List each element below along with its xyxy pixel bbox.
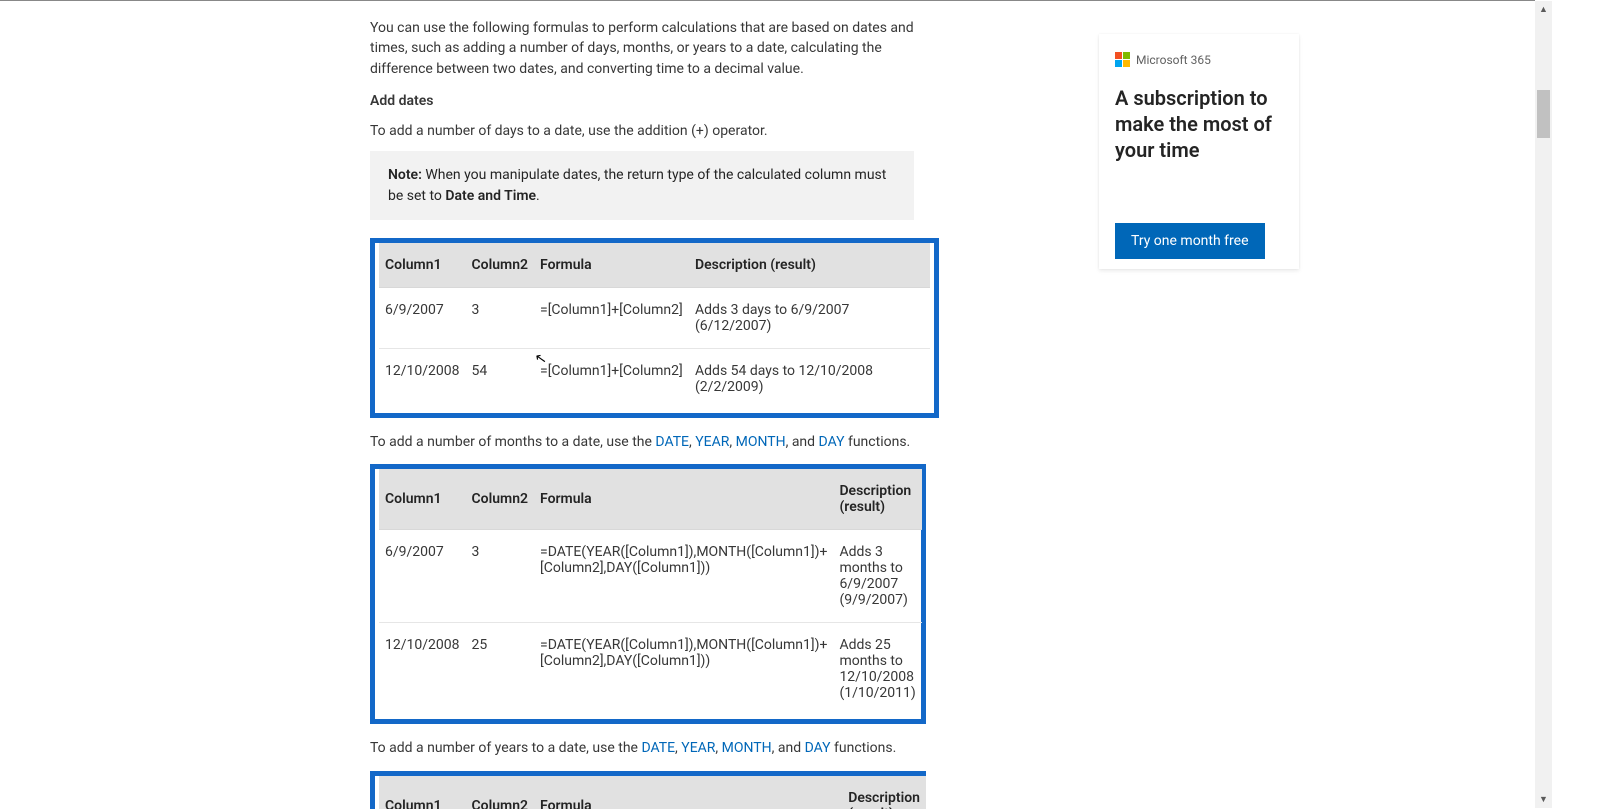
table-years-wrap: Column1 Column2 Formula Description (res… [370,771,926,809]
add-months-intro: To add a number of months to a date, use… [370,432,930,452]
th-formula: Formula [534,469,833,530]
link-year[interactable]: YEAR [681,740,715,756]
th-desc: Description (result) [833,469,921,530]
table-row: 12/10/2008 54 =[Column1]+[Column2] Adds … [379,349,930,410]
scroll-down-icon[interactable]: ▼ [1535,791,1552,808]
table-days: Column1 Column2 Formula Description (res… [379,243,930,409]
cell: 12/10/2008 [379,349,466,410]
th-col2: Column2 [466,469,535,530]
table-months: Column1 Column2 Formula Description (res… [379,469,922,715]
scroll-thumb[interactable] [1537,90,1550,138]
cell: =[Column1]+[Column2] [534,288,689,349]
table-row: 6/9/2007 3 =DATE(YEAR([Column1]),MONTH([… [379,530,922,623]
th-formula: Formula [534,243,689,288]
vertical-scrollbar[interactable]: ▲ ▼ [1535,1,1552,808]
note-bold-term: Date and Time [445,188,536,204]
add-days-intro: To add a number of days to a date, use t… [370,121,930,141]
table-row: Column1 Column2 Formula Description (res… [379,776,926,809]
table-row: 12/10/2008 25 =DATE(YEAR([Column1]),MONT… [379,623,922,716]
th-col2: Column2 [466,776,535,809]
cell: Adds 25 months to 12/10/2008 (1/10/2011) [833,623,921,716]
cell: =[Column1]+[Column2] [534,349,689,410]
cell: 25 [466,623,535,716]
top-border [0,0,1535,1]
brand-label: Microsoft 365 [1136,53,1211,67]
scroll-up-icon[interactable]: ▲ [1535,1,1552,18]
th-col1: Column1 [379,776,466,809]
link-year[interactable]: YEAR [695,434,729,450]
scroll-track[interactable] [1535,18,1552,791]
cell: 3 [466,530,535,623]
cell: Adds 3 days to 6/9/2007 (6/12/2007) [689,288,930,349]
try-free-button[interactable]: Try one month free [1115,223,1265,259]
cell: 3 [466,288,535,349]
logo-row: Microsoft 365 [1115,52,1283,67]
link-month[interactable]: MONTH [722,740,772,756]
cell: Adds 54 days to 12/10/2008 (2/2/2009) [689,349,930,410]
th-col2: Column2 [466,243,535,288]
table-days-wrap: Column1 Column2 Formula Description (res… [370,238,939,418]
add-dates-heading: Add dates [370,91,930,111]
table-row: 6/9/2007 3 =[Column1]+[Column2] Adds 3 d… [379,288,930,349]
link-day[interactable]: DAY [819,434,845,450]
promo-card: Microsoft 365 A subscription to make the… [1099,34,1299,269]
link-date[interactable]: DATE [641,740,675,756]
cell: =DATE(YEAR([Column1]),MONTH([Column1])+[… [534,623,833,716]
promo-headline: A subscription to make the most of your … [1115,85,1283,163]
cell: 6/9/2007 [379,530,466,623]
cell: Adds 3 months to 6/9/2007 (9/9/2007) [833,530,921,623]
cell: 54 [466,349,535,410]
link-month[interactable]: MONTH [736,434,786,450]
table-years: Column1 Column2 Formula Description (res… [379,776,926,809]
note-label: Note: [388,167,422,183]
cell: 6/9/2007 [379,288,466,349]
link-day[interactable]: DAY [805,740,831,756]
th-formula: Formula [534,776,842,809]
cell: 12/10/2008 [379,623,466,716]
add-years-intro: To add a number of years to a date, use … [370,738,930,758]
table-row: Column1 Column2 Formula Description (res… [379,243,930,288]
link-date[interactable]: DATE [655,434,689,450]
th-desc: Description (result) [689,243,930,288]
th-col1: Column1 [379,469,466,530]
table-months-wrap: Column1 Column2 Formula Description (res… [370,464,926,724]
th-col1: Column1 [379,243,466,288]
microsoft-logo-icon [1115,52,1130,67]
article-content: You can use the following formulas to pe… [370,18,930,809]
cell: =DATE(YEAR([Column1]),MONTH([Column1])+[… [534,530,833,623]
note-text-2: . [536,188,540,204]
note-box: Note: When you manipulate dates, the ret… [370,151,914,220]
intro-paragraph: You can use the following formulas to pe… [370,18,930,79]
table-row: Column1 Column2 Formula Description (res… [379,469,922,530]
th-desc: Description (result) [842,776,926,809]
